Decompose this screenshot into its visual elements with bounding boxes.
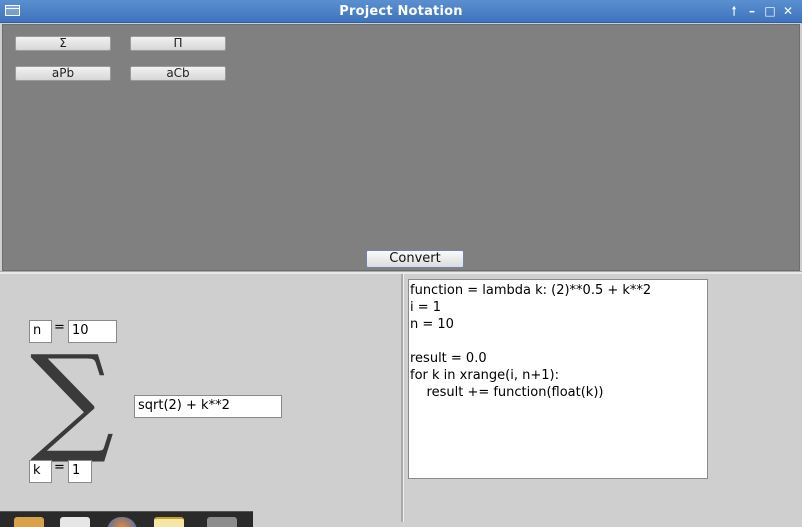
sigma-button[interactable]: Σ [15, 36, 111, 51]
combination-button[interactable]: aCb [130, 66, 226, 81]
expression-field[interactable]: sqrt(2) + k**2 [134, 395, 282, 418]
lower-equals-label: = [54, 460, 65, 475]
taskbar [0, 511, 253, 527]
maximize-arrow-icon[interactable]: 🠑 [726, 3, 742, 19]
permutation-button[interactable]: aPb [15, 66, 111, 81]
lower-variable-field[interactable]: k [29, 460, 52, 483]
lower-bound-field[interactable]: 1 [68, 460, 92, 483]
code-output-textarea[interactable]: function = lambda k: (2)**0.5 + k**2 i =… [408, 279, 708, 479]
sigma-symbol: ∑ [30, 329, 115, 467]
title-bar: Project Notation 🠑 – □ ✕ [0, 0, 802, 23]
pi-button[interactable]: Π [130, 36, 226, 51]
close-icon[interactable]: ✕ [780, 3, 796, 19]
minimize-icon[interactable]: – [744, 3, 760, 19]
notation-toolbar-panel [2, 24, 800, 271]
window-title: Project Notation [339, 4, 463, 19]
convert-button[interactable]: Convert [366, 250, 464, 268]
restore-icon[interactable]: □ [762, 3, 778, 19]
